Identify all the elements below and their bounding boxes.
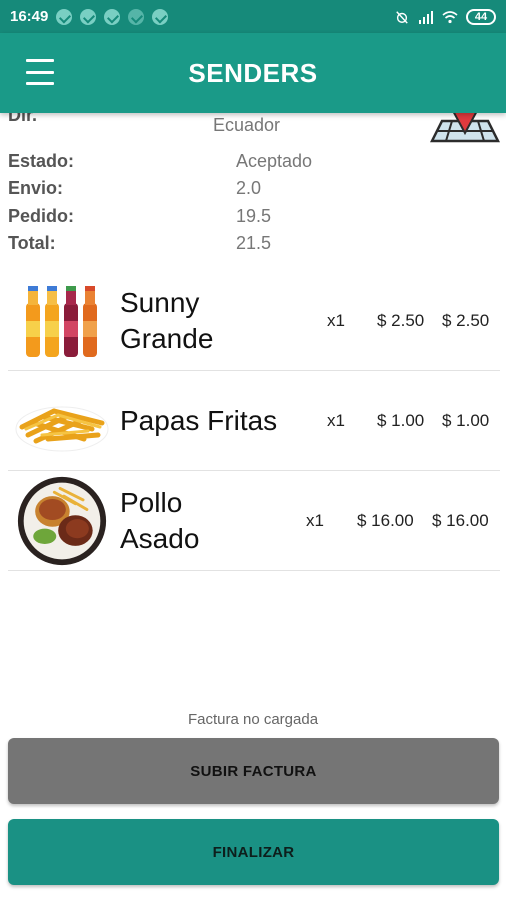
item-qty: x1: [327, 311, 345, 330]
app-title: SENDERS: [188, 57, 318, 88]
item-name: Pollo Asado: [120, 485, 199, 557]
status-left: 16:49: [10, 8, 169, 25]
item-name-line2: Asado: [120, 523, 200, 554]
alarm-off-icon: [396, 10, 408, 24]
order-item[interactable]: Pollo Asado x1 $ 16.00 $ 16.00: [8, 471, 500, 571]
item-name-line1: Pollo: [120, 487, 183, 518]
notification-icon: [152, 8, 169, 25]
finalize-button[interactable]: FINALIZAR: [8, 819, 499, 885]
hamburger-menu-icon[interactable]: [26, 59, 54, 85]
status-time: 16:49: [10, 8, 49, 25]
dir-value: Ecuador: [213, 115, 281, 135]
item-qty: x1: [327, 411, 345, 430]
pedido-value: 19.5: [236, 206, 272, 226]
app-bar: SENDERS: [0, 33, 506, 113]
item-price: $ 1.00: [377, 411, 425, 430]
item-name: Sunny Grande: [120, 285, 213, 357]
french-fries-image: [15, 406, 109, 452]
notification-icon: [80, 8, 97, 25]
item-name-line1: Papas Fritas: [120, 405, 278, 436]
estado-label: Estado:: [8, 151, 75, 171]
item-total: $ 2.50: [442, 311, 490, 330]
item-name-line2: Grande: [120, 323, 214, 354]
envio-label: Envio:: [8, 178, 64, 198]
item-total: $ 1.00: [442, 411, 490, 430]
notification-icon: [56, 8, 73, 25]
status-bar: 16:49 44: [0, 0, 506, 33]
notification-icon: [104, 8, 121, 25]
wifi-icon: [442, 10, 458, 23]
factura-status-text: Factura no cargada: [187, 711, 319, 728]
juice-bottles-image: [26, 286, 97, 357]
item-total: $ 16.00: [432, 511, 489, 530]
roast-chicken-plate-image: [17, 476, 107, 566]
item-qty: x1: [306, 511, 324, 530]
notification-icon: [128, 8, 145, 25]
dir-label: Dir.: [8, 113, 38, 125]
battery-icon: 44: [466, 8, 496, 25]
signal-icon: [419, 10, 433, 24]
total-label: Total:: [8, 233, 56, 253]
item-name-line1: Sunny: [120, 287, 200, 318]
estado-value: Aceptado: [236, 151, 313, 171]
item-price: $ 2.50: [377, 311, 425, 330]
item-name: Papas Fritas: [120, 403, 277, 439]
envio-value: 2.0: [236, 178, 262, 198]
status-right: 44: [394, 8, 496, 25]
upload-invoice-button[interactable]: SUBIR FACTURA: [8, 738, 499, 804]
map-location-icon[interactable]: [430, 113, 500, 149]
order-item[interactable]: Sunny Grande x1 $ 2.50 $ 2.50: [8, 271, 500, 371]
pedido-label: Pedido:: [8, 206, 74, 226]
order-detail[interactable]: Dir. Ecuador Estado: Aceptado Envio: 2.0…: [0, 113, 506, 713]
order-item[interactable]: Papas Fritas x1 $ 1.00 $ 1.00: [8, 371, 500, 471]
total-value: 21.5: [236, 233, 272, 253]
item-price: $ 16.00: [357, 511, 414, 530]
